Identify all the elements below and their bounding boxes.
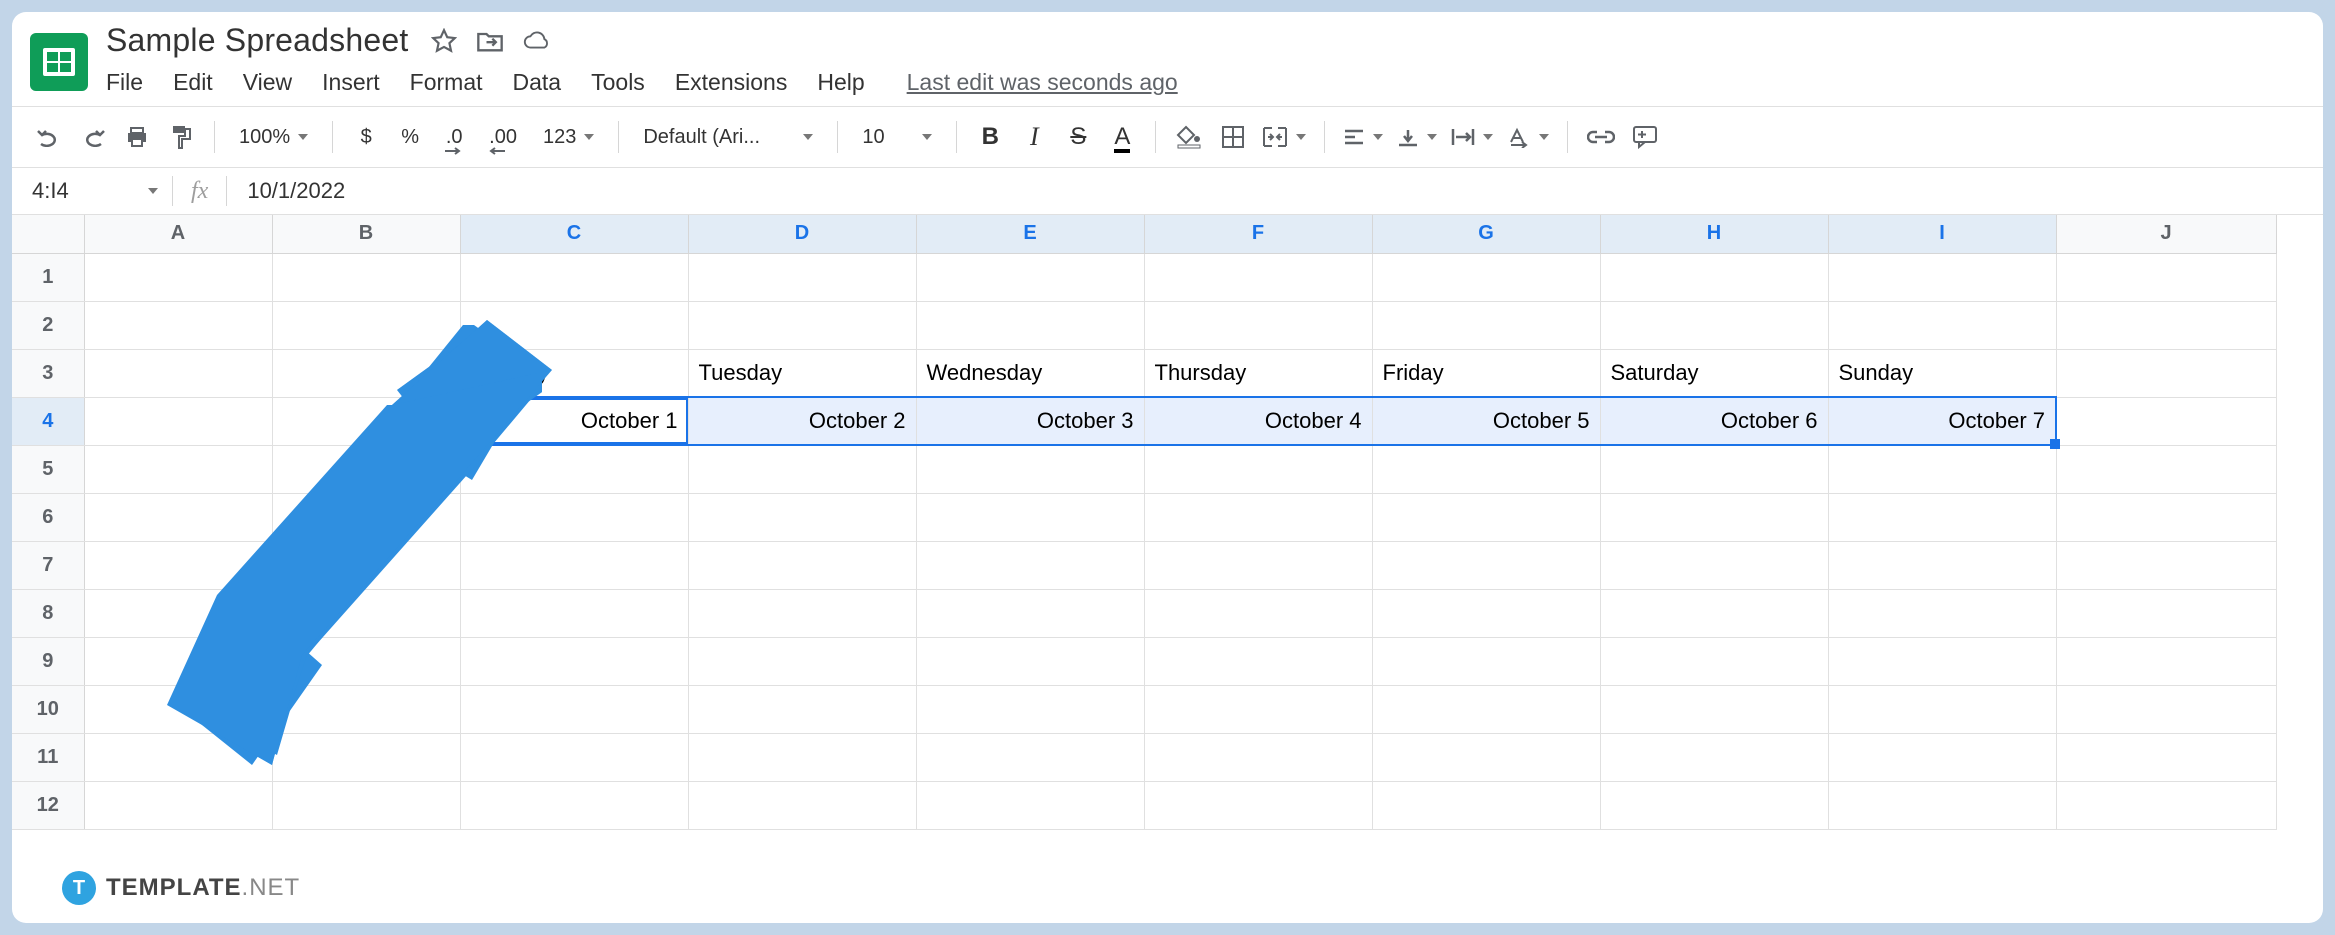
watermark-badge-icon: T (62, 871, 96, 905)
formula-bar: 4:I4 fx 10/1/2022 (12, 167, 2323, 215)
undo-icon[interactable] (30, 117, 68, 157)
column-header[interactable]: J (2056, 215, 2276, 253)
italic-button[interactable]: I (1015, 117, 1053, 157)
row-header[interactable]: 7 (12, 541, 84, 589)
row-header[interactable]: 1 (12, 253, 84, 301)
paint-format-icon[interactable] (162, 117, 200, 157)
print-icon[interactable] (118, 117, 156, 157)
grid-cell[interactable]: October 5 (1372, 397, 1600, 445)
title-bar: Sample Spreadsheet File Edit View (12, 12, 2323, 98)
google-sheets-window: Sample Spreadsheet File Edit View (12, 12, 2323, 923)
more-formats-label: 123 (543, 126, 576, 149)
name-box[interactable]: 4:I4 (12, 178, 172, 204)
column-header[interactable]: D (688, 215, 916, 253)
grid-cell[interactable]: October 3 (916, 397, 1144, 445)
star-icon[interactable] (430, 27, 458, 55)
strikethrough-button[interactable]: S (1059, 117, 1097, 157)
grid-cell[interactable]: Monday (460, 349, 688, 397)
grid-cell-active[interactable]: October 1 (460, 397, 688, 445)
zoom-value: 100% (239, 126, 290, 149)
row-header[interactable]: 5 (12, 445, 84, 493)
decrease-decimal-button[interactable]: .0 (435, 117, 473, 157)
select-all-corner[interactable] (12, 215, 84, 253)
menu-format[interactable]: Format (410, 69, 483, 96)
font-size-dropdown[interactable]: 10 (852, 117, 942, 157)
document-title[interactable]: Sample Spreadsheet (106, 22, 408, 59)
column-header[interactable]: B (272, 215, 460, 253)
column-header[interactable]: A (84, 215, 272, 253)
font-family-value: Default (Ari... (643, 126, 760, 149)
row-header[interactable]: 12 (12, 781, 84, 829)
grid-cell[interactable]: October 2 (688, 397, 916, 445)
more-formats-dropdown[interactable]: 123 (533, 117, 604, 157)
watermark-suffix: .NET (242, 874, 301, 901)
watermark: T TEMPLATE.NET (62, 871, 300, 905)
text-rotation-dropdown[interactable] (1503, 117, 1553, 157)
row-header[interactable]: 2 (12, 301, 84, 349)
spreadsheet-grid[interactable]: A B C D E F G H I J 1 2 3 Monday Tuesday… (12, 215, 2323, 923)
grid-cell[interactable]: October 6 (1600, 397, 1828, 445)
vertical-align-dropdown[interactable] (1393, 117, 1441, 157)
row-header[interactable]: 10 (12, 685, 84, 733)
menu-edit[interactable]: Edit (173, 69, 213, 96)
grid-cell[interactable]: Wednesday (916, 349, 1144, 397)
grid-cell[interactable]: Saturday (1600, 349, 1828, 397)
row-header[interactable]: 9 (12, 637, 84, 685)
menu-insert[interactable]: Insert (322, 69, 380, 96)
menu-view[interactable]: View (243, 69, 292, 96)
grid-cell[interactable]: Sunday (1828, 349, 2056, 397)
horizontal-align-dropdown[interactable] (1339, 117, 1387, 157)
zoom-dropdown[interactable]: 100% (229, 117, 318, 157)
move-to-folder-icon[interactable] (476, 27, 504, 55)
font-family-dropdown[interactable]: Default (Ari... (633, 117, 823, 157)
menu-extensions[interactable]: Extensions (675, 69, 788, 96)
column-header[interactable]: H (1600, 215, 1828, 253)
cloud-status-icon[interactable] (522, 27, 550, 55)
column-header[interactable]: E (916, 215, 1144, 253)
text-wrap-dropdown[interactable] (1447, 117, 1497, 157)
cell-reference: 4:I4 (32, 178, 69, 204)
sheets-logo-icon[interactable] (30, 33, 88, 91)
column-header[interactable]: G (1372, 215, 1600, 253)
percent-format-button[interactable]: % (391, 117, 429, 157)
grid-cell[interactable]: October 7 (1828, 397, 2056, 445)
menu-help[interactable]: Help (817, 69, 864, 96)
toolbar: 100% $ % .0 .00 123 Default (Ari... 10 B… (12, 107, 2323, 167)
insert-comment-button[interactable] (1626, 117, 1664, 157)
redo-icon[interactable] (74, 117, 112, 157)
increase-decimal-button[interactable]: .00 (479, 117, 527, 157)
row-header[interactable]: 6 (12, 493, 84, 541)
grid-cell[interactable]: Thursday (1144, 349, 1372, 397)
borders-button[interactable] (1214, 117, 1252, 157)
menu-tools[interactable]: Tools (591, 69, 645, 96)
row-header[interactable]: 8 (12, 589, 84, 637)
column-header[interactable]: I (1828, 215, 2056, 253)
row-header[interactable]: 3 (12, 349, 84, 397)
merge-cells-dropdown[interactable] (1258, 117, 1310, 157)
font-size-value: 10 (862, 126, 884, 149)
grid-cell[interactable]: Tuesday (688, 349, 916, 397)
bold-button[interactable]: B (971, 117, 1009, 157)
menu-file[interactable]: File (106, 69, 143, 96)
insert-link-button[interactable] (1582, 117, 1620, 157)
watermark-brand: TEMPLATE (106, 874, 242, 901)
grid-cell[interactable]: October 4 (1144, 397, 1372, 445)
text-color-button[interactable]: A (1103, 117, 1141, 157)
currency-format-button[interactable]: $ (347, 117, 385, 157)
row-header[interactable]: 4 (12, 397, 84, 445)
fill-color-button[interactable] (1170, 117, 1208, 157)
grid-cell[interactable]: Friday (1372, 349, 1600, 397)
column-header[interactable]: C (460, 215, 688, 253)
last-edit-link[interactable]: Last edit was seconds ago (907, 69, 1178, 96)
menu-data[interactable]: Data (513, 69, 562, 96)
column-header[interactable]: F (1144, 215, 1372, 253)
fx-icon: fx (173, 178, 226, 205)
menu-bar: File Edit View Insert Format Data Tools … (106, 63, 1178, 96)
row-header[interactable]: 11 (12, 733, 84, 781)
formula-input[interactable]: 10/1/2022 (227, 178, 345, 204)
